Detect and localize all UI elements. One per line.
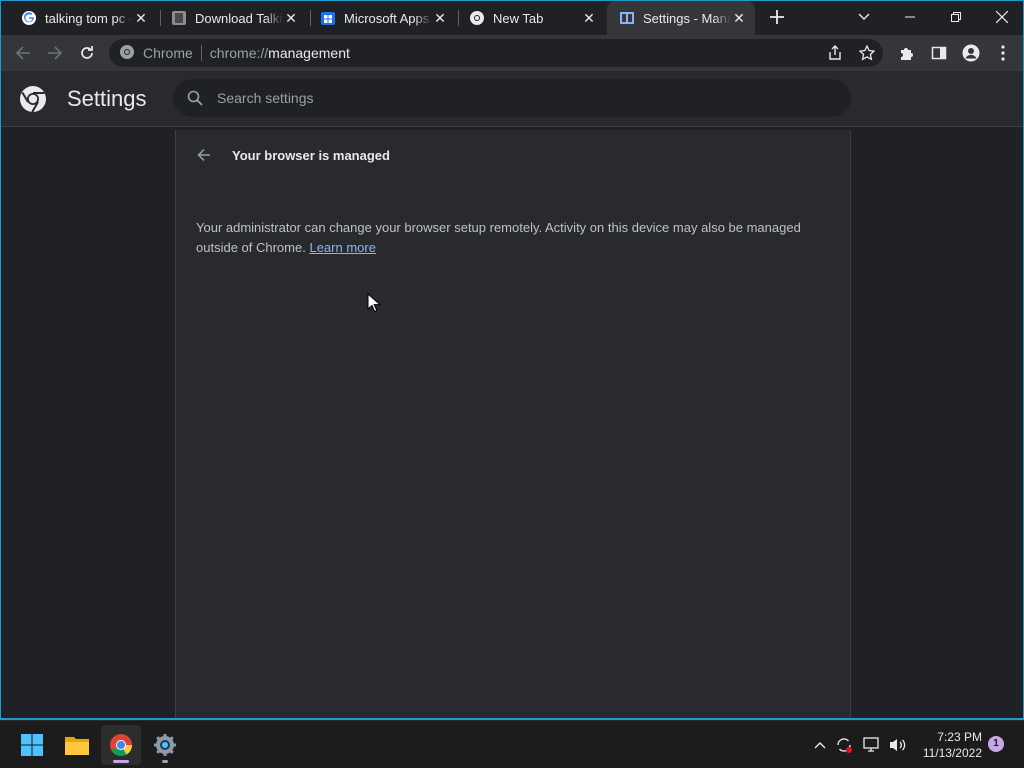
new-tab-button[interactable] [765,6,789,30]
share-icon [829,45,841,60]
active-app-indicator [113,760,129,763]
settings-header: Settings [1,71,1023,127]
download-site-icon [171,10,187,26]
side-panel-button[interactable] [925,39,953,67]
folder-icon [65,737,89,755]
file-explorer-taskbar-button[interactable] [57,725,97,765]
running-app-indicator [162,760,168,763]
close-icon[interactable]: ✕ [432,10,448,26]
gear-icon [154,734,176,756]
settings-page-icon [619,10,635,26]
tab-title: talking tom pc - [45,10,133,26]
settings-content: Your browser is managed Your administrat… [1,128,1023,718]
arrow-right-icon [48,46,63,60]
kebab-menu-icon [1001,45,1005,61]
taskbar: 7:23 PM 11/13/2022 [0,720,1024,768]
close-icon [996,11,1008,23]
close-icon[interactable]: ✕ [581,10,597,26]
learn-more-link[interactable]: Learn more [309,240,375,255]
page-title: Settings [67,86,147,111]
settings-taskbar-button[interactable] [145,725,185,765]
site-label: Chrome [143,45,193,61]
tab-microsoft-apps[interactable]: Microsoft Apps ✕ [308,1,456,35]
chevron-up-icon [814,742,826,749]
windows-start-icon [21,734,43,756]
minimize-icon [905,16,915,18]
minimize-button[interactable] [887,1,933,33]
search-settings-field[interactable] [173,79,851,117]
back-button[interactable] [9,39,37,67]
tab-search-button[interactable] [841,1,887,33]
close-icon[interactable]: ✕ [133,10,149,26]
url-scheme: chrome:// [209,45,269,61]
management-heading: Your browser is managed [232,148,390,163]
start-button[interactable] [12,725,52,765]
arrow-left-icon [197,148,210,162]
sync-icon [837,738,852,753]
mouse-cursor-icon [367,293,381,313]
tab-new-tab[interactable]: New Tab ✕ [457,1,605,35]
share-button[interactable] [821,39,849,67]
clock-date: 11/13/2022 [922,746,982,760]
network-tray-button[interactable] [860,729,884,761]
tab-title: Microsoft Apps [344,10,430,26]
reload-button[interactable] [73,39,101,67]
address-bar[interactable]: Chrome chrome:// management [109,39,883,67]
bookmark-button[interactable] [853,39,881,67]
chrome-menu-button[interactable] [989,39,1017,67]
close-icon[interactable]: ✕ [731,10,747,26]
omnibox-divider [200,45,202,61]
chrome-site-icon [119,44,135,63]
chrome-icon [110,734,132,756]
arrow-left-icon [15,46,30,60]
chevron-down-icon [858,13,870,20]
profile-button[interactable] [957,39,985,67]
show-hidden-icons-button[interactable] [808,729,832,761]
restore-icon [951,12,961,22]
sync-tray-button[interactable] [832,729,856,761]
tab-talking-tom-search[interactable]: talking tom pc - ✕ [9,1,157,35]
close-window-button[interactable] [979,1,1023,33]
volume-tray-button[interactable] [886,729,910,761]
close-icon[interactable]: ✕ [283,10,299,26]
microsoft-store-icon [320,10,336,26]
notification-badge[interactable]: 1 [988,736,1004,752]
chrome-taskbar-button[interactable] [101,725,141,765]
puzzle-icon [901,48,913,60]
clock-time: 7:23 PM [937,730,982,744]
tab-download-talking[interactable]: Download Talkin ✕ [159,1,307,35]
chrome-logo-icon [20,86,46,113]
management-card: Your browser is managed Your administrat… [175,130,851,718]
tab-title: Download Talkin [195,10,283,26]
search-input[interactable] [217,90,817,106]
plus-icon [770,10,784,24]
search-icon [187,90,203,106]
tab-title: Settings - Mana [643,10,731,26]
speaker-icon [890,739,906,751]
tab-settings-management[interactable]: Settings - Mana ✕ [607,1,755,35]
google-icon [21,10,37,26]
tab-title: New Tab [493,10,544,26]
tab-strip: talking tom pc - ✕ Download Talkin ✕ Mic… [1,1,1023,35]
management-description: Your administrator can change your brows… [196,218,836,258]
reload-icon [81,46,93,59]
side-panel-icon [931,46,947,60]
chrome-icon [469,10,485,26]
extensions-button[interactable] [893,39,921,67]
description-text: Your administrator can change your brows… [196,220,801,255]
network-icon [863,737,879,752]
avatar-icon [962,44,980,62]
browser-window: talking tom pc - ✕ Download Talkin ✕ Mic… [0,0,1024,720]
url-host: management [268,45,350,61]
browser-toolbar: Chrome chrome:// management [1,35,1023,71]
back-to-settings-button[interactable] [194,145,214,165]
star-icon [859,45,875,61]
restore-button[interactable] [933,1,979,33]
forward-button[interactable] [41,39,69,67]
clock[interactable]: 7:23 PM 11/13/2022 [912,729,982,761]
